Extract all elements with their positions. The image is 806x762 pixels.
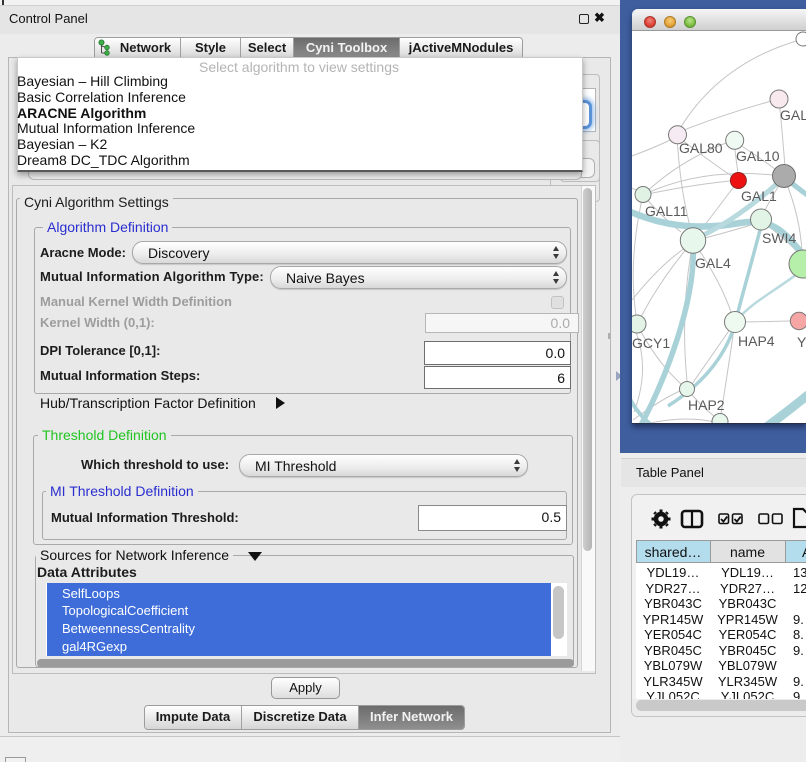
svg-text:GAL11: GAL11 bbox=[645, 203, 688, 219]
svg-text:Y: Y bbox=[797, 334, 806, 350]
svg-text:GAL4: GAL4 bbox=[695, 255, 731, 271]
svg-text:GAL10: GAL10 bbox=[736, 148, 780, 164]
svg-text:GAL7: GAL7 bbox=[780, 107, 806, 123]
svg-text:SWI4: SWI4 bbox=[762, 230, 796, 246]
svg-text:HAP2: HAP2 bbox=[688, 397, 725, 413]
svg-text:GAL80: GAL80 bbox=[679, 140, 723, 156]
svg-text:GCY1: GCY1 bbox=[632, 335, 670, 351]
svg-text:GAL1: GAL1 bbox=[741, 188, 777, 204]
svg-text:HAP4: HAP4 bbox=[738, 333, 775, 349]
